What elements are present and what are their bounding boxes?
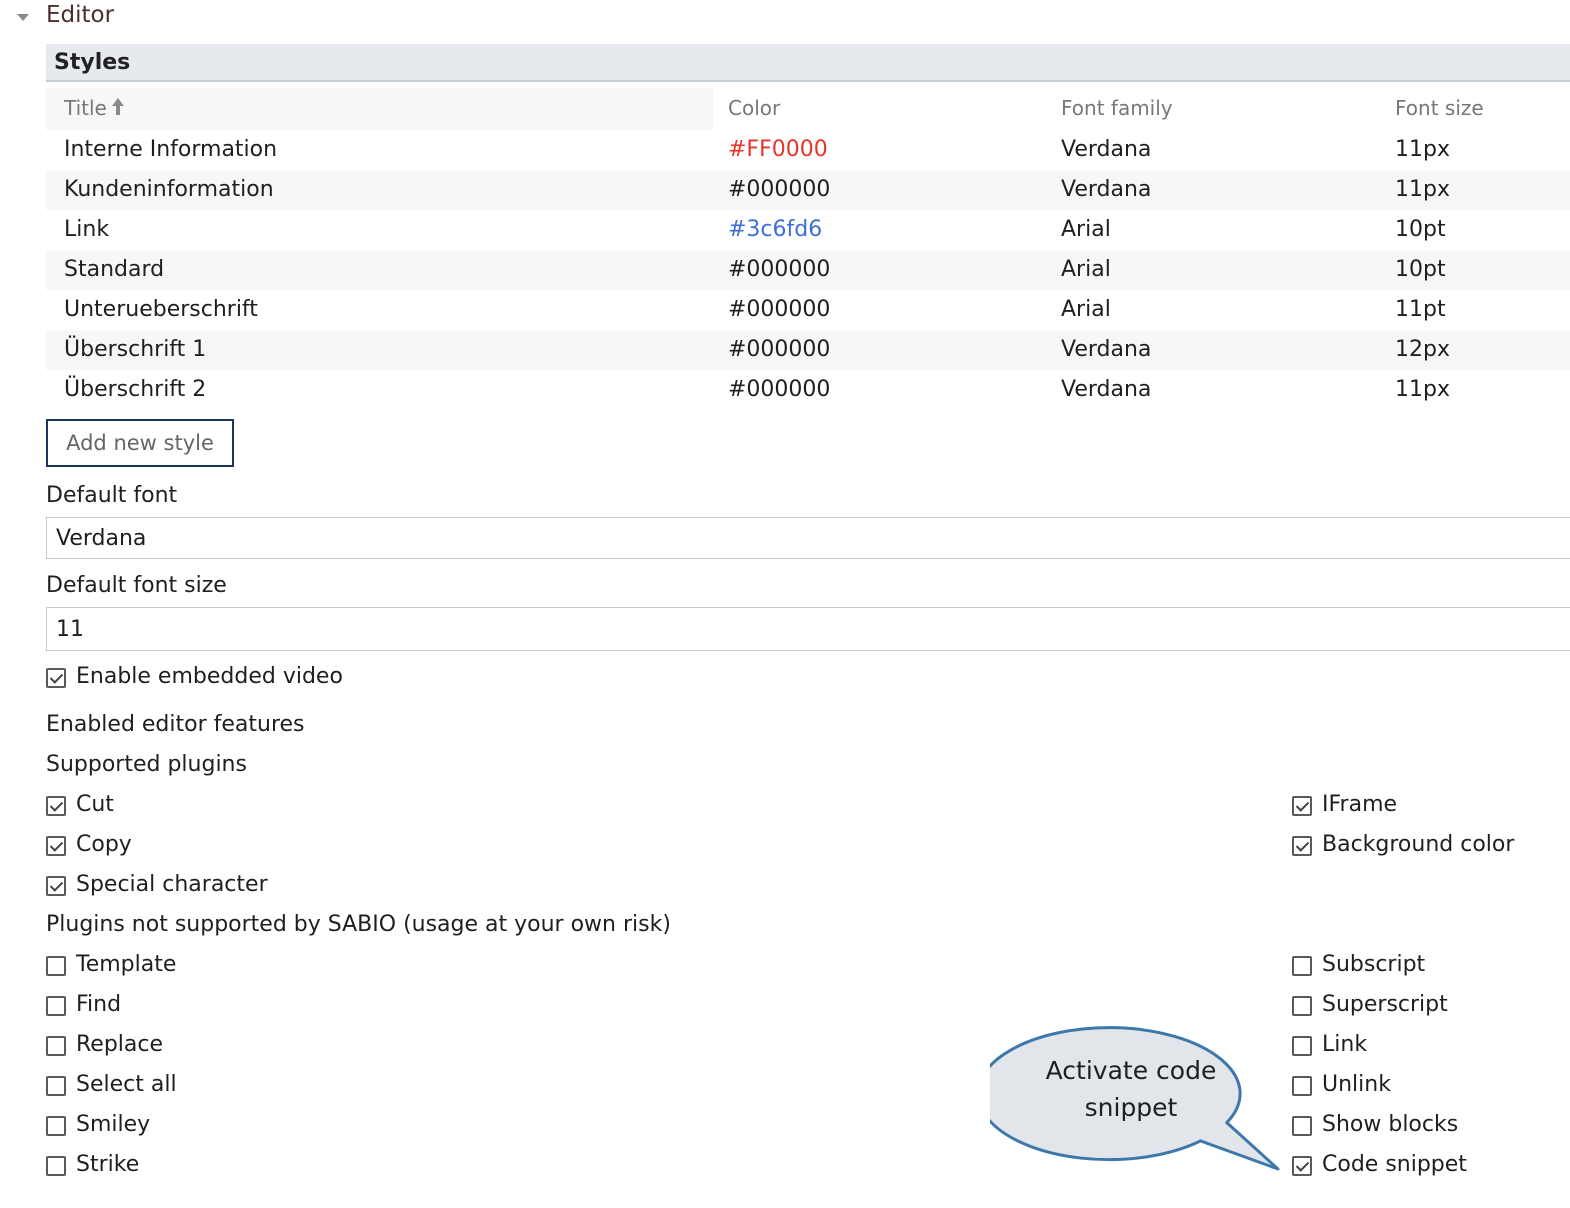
checkbox-icon[interactable] [1292, 796, 1312, 816]
table-row[interactable]: Standard #000000 Arial 10pt [46, 250, 1570, 290]
checkbox-icon[interactable] [1292, 996, 1312, 1016]
caret-down-icon[interactable] [17, 14, 29, 21]
style-font-family-cell: Verdana [1061, 377, 1152, 402]
checkbox-label: Select all [76, 1072, 177, 1097]
add-new-style-button[interactable]: Add new style [46, 419, 234, 467]
styles-panel-title: Styles [54, 50, 131, 75]
style-font-size-cell: 10pt [1395, 217, 1446, 242]
checkbox-label: IFrame [1322, 792, 1398, 817]
styles-table-body: Interne Information #FF0000 Verdana 11px Kun… [46, 130, 1570, 410]
style-title-cell: Überschrift 1 [64, 337, 207, 362]
style-font-size-cell: 11pt [1395, 297, 1446, 322]
callout-text: Activate code snippet [1010, 1052, 1252, 1126]
checkbox-label: Cut [76, 792, 114, 817]
style-title-cell: Standard [64, 257, 165, 282]
style-font-size-cell: 10pt [1395, 257, 1446, 282]
style-font-family-cell: Verdana [1061, 137, 1152, 162]
checkbox-label: Copy [76, 832, 132, 857]
column-header-color[interactable]: Color [728, 96, 780, 120]
supported-plugins-heading: Supported plugins [46, 752, 247, 777]
column-header-title[interactable]: Title [64, 96, 125, 120]
checkbox-label: Find [76, 992, 122, 1017]
style-color-cell: #000000 [728, 257, 831, 282]
style-font-family-cell: Arial [1061, 217, 1111, 242]
default-font-size-input[interactable] [46, 607, 1570, 651]
checkbox-label: Code snippet [1322, 1152, 1467, 1177]
style-font-size-cell: 11px [1395, 137, 1450, 162]
style-font-size-cell: 11px [1395, 377, 1450, 402]
table-row[interactable]: Überschrift 1 #000000 Verdana 12px [46, 330, 1570, 370]
checkbox-label: Unlink [1322, 1072, 1391, 1097]
checkbox-label: Link [1322, 1032, 1368, 1057]
style-color-cell: #FF0000 [728, 137, 828, 162]
style-font-size-cell: 12px [1395, 337, 1450, 362]
unsupported-plugins-heading: Plugins not supported by SABIO (usage at… [46, 912, 671, 937]
styles-table-header: Title Color Font family Font size [46, 88, 1570, 130]
checkbox-icon[interactable] [46, 796, 66, 816]
checkbox-label: Strike [76, 1152, 140, 1177]
checkbox-label: Template [76, 952, 177, 977]
checkbox-icon[interactable] [46, 996, 66, 1016]
checkbox-icon[interactable] [46, 876, 66, 896]
style-font-family-cell: Verdana [1061, 177, 1152, 202]
checkbox-label: Enable embedded video [76, 664, 343, 689]
style-color-cell: #000000 [728, 337, 831, 362]
checkbox-icon[interactable] [46, 956, 66, 976]
style-color-cell: #3c6fd6 [728, 217, 823, 242]
style-color-cell: #000000 [728, 297, 831, 322]
default-font-size-label: Default font size [46, 573, 227, 598]
checkbox-icon[interactable] [1292, 836, 1312, 856]
styles-panel-header: Styles [46, 44, 1570, 82]
checkbox-label: Background color [1322, 832, 1515, 857]
styles-table: Title Color Font family Font size Intern… [46, 88, 1570, 410]
style-font-size-cell: 11px [1395, 177, 1450, 202]
checkbox-icon[interactable] [1292, 1156, 1312, 1176]
table-row[interactable]: Interne Information #FF0000 Verdana 11px [46, 130, 1570, 170]
section-title[interactable]: Editor [46, 2, 114, 28]
checkbox-label: Subscript [1322, 952, 1426, 977]
checkbox-icon[interactable] [46, 1116, 66, 1136]
sort-ascending-icon [111, 98, 125, 116]
enabled-features-heading: Enabled editor features [46, 712, 305, 737]
checkbox-icon[interactable] [1292, 1076, 1312, 1096]
checkbox-icon[interactable] [46, 836, 66, 856]
checkbox-icon[interactable] [46, 1076, 66, 1096]
table-row[interactable]: Link #3c6fd6 Arial 10pt [46, 210, 1570, 250]
style-title-cell: Überschrift 2 [64, 377, 207, 402]
checkbox-icon[interactable] [1292, 956, 1312, 976]
callout-line-1: Activate code [1045, 1056, 1217, 1085]
callout-line-2: snippet [1084, 1093, 1178, 1122]
style-color-cell: #000000 [728, 177, 831, 202]
checkbox-icon[interactable] [46, 1156, 66, 1176]
checkbox-label: Show blocks [1322, 1112, 1459, 1137]
checkbox-icon[interactable] [1292, 1036, 1312, 1056]
checkbox-label: Smiley [76, 1112, 151, 1137]
style-title-cell: Link [64, 217, 110, 242]
checkbox-label: Superscript [1322, 992, 1448, 1017]
style-title-cell: Interne Information [64, 137, 278, 162]
checkbox-icon[interactable] [1292, 1116, 1312, 1136]
style-title-cell: Kundeninformation [64, 177, 274, 202]
table-row[interactable]: Kundeninformation #000000 Verdana 11px [46, 170, 1570, 210]
checkbox-icon[interactable] [46, 668, 66, 688]
style-font-family-cell: Arial [1061, 257, 1111, 282]
checkbox-icon[interactable] [46, 1036, 66, 1056]
style-font-family-cell: Verdana [1061, 337, 1152, 362]
column-header-title-label: Title [64, 96, 107, 120]
table-row[interactable]: Überschrift 2 #000000 Verdana 11px [46, 370, 1570, 410]
column-header-font-size[interactable]: Font size [1395, 96, 1484, 120]
table-row[interactable]: Unterueberschrift #000000 Arial 11pt [46, 290, 1570, 330]
checkbox-label: Replace [76, 1032, 164, 1057]
style-title-cell: Unterueberschrift [64, 297, 258, 322]
default-font-label: Default font [46, 483, 178, 508]
column-header-font-family[interactable]: Font family [1061, 96, 1173, 120]
style-color-cell: #000000 [728, 377, 831, 402]
style-font-family-cell: Arial [1061, 297, 1111, 322]
default-font-input[interactable] [46, 517, 1570, 559]
checkbox-label: Special character [76, 872, 268, 897]
